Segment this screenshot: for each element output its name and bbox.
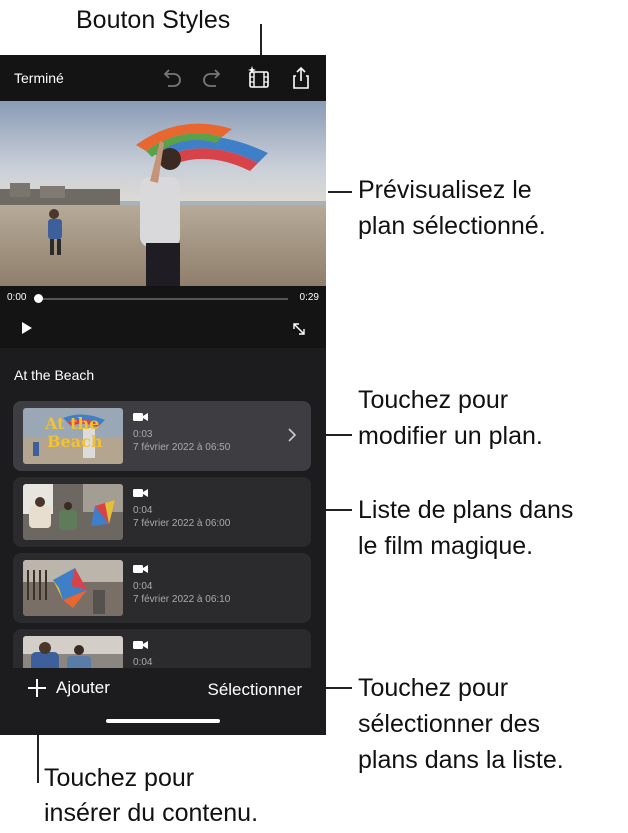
time-end: 0:29: [299, 292, 319, 303]
clip-duration: 0:04: [133, 657, 153, 668]
add-button-label: Ajouter: [56, 678, 110, 697]
clip-item[interactable]: At the Beach 0:03 7 février 2022 à 06:50: [13, 401, 311, 471]
styles-icon[interactable]: [246, 65, 272, 91]
play-icon[interactable]: [20, 321, 34, 335]
clip-duration: 0:04: [133, 581, 153, 592]
video-preview[interactable]: [0, 101, 326, 286]
list-callout-line1: Liste de plans dans: [358, 496, 574, 524]
clip-duration: 0:03: [133, 429, 153, 440]
clip-duration: 0:04: [133, 505, 153, 516]
edit-callout-line2: modifier un plan.: [358, 422, 543, 450]
clip-thumbnail: [23, 484, 123, 540]
imovie-screen: Terminé 0:00 0:29 At the Beach At the Be…: [0, 55, 326, 735]
styles-button-callout: Bouton Styles: [76, 6, 231, 34]
video-camera-icon: [133, 489, 148, 497]
clip-item[interactable]: 0:04 7 février 2022 à 06:00: [13, 477, 311, 547]
title-card-text-1: At the: [45, 414, 100, 433]
clip-item[interactable]: 0:04 7 février 2022 à 06:10: [13, 553, 311, 623]
insert-callout-line2: insérer du contenu.: [44, 799, 259, 827]
bottom-toolbar: Ajouter Sélectionner: [0, 668, 326, 735]
scrubber-handle[interactable]: [34, 294, 43, 303]
done-button[interactable]: Terminé: [14, 70, 64, 86]
video-camera-icon: [133, 565, 148, 573]
playback-controls: 0:00 0:29: [0, 286, 326, 348]
clip-thumbnail: [23, 560, 123, 616]
clip-date: 7 février 2022 à 06:00: [133, 518, 231, 529]
edit-callout-line1: Touchez pour: [358, 386, 509, 414]
fullscreen-icon[interactable]: [291, 321, 307, 337]
preview-callout-line2: plan sélectionné.: [358, 212, 546, 240]
insert-callout-line1: Touchez pour: [44, 764, 195, 792]
video-camera-icon: [133, 641, 148, 649]
select-callout-line1: Touchez pour: [358, 674, 509, 702]
home-indicator[interactable]: [106, 719, 220, 723]
list-callout-line2: le film magique.: [358, 532, 534, 560]
chevron-right-icon[interactable]: [287, 426, 297, 444]
title-card-text-2: Beach: [47, 432, 103, 451]
time-start: 0:00: [7, 292, 27, 303]
preview-callout-line: [328, 191, 352, 193]
movie-title: At the Beach: [14, 367, 95, 383]
select-button[interactable]: Sélectionner: [207, 680, 302, 700]
scrubber-track[interactable]: [38, 298, 288, 300]
share-icon[interactable]: [288, 65, 314, 91]
clip-date: 7 février 2022 à 06:10: [133, 594, 231, 605]
select-callout-line2: sélectionner des: [358, 710, 541, 738]
beach-kite-scene: [0, 101, 326, 286]
add-button[interactable]: Ajouter: [26, 676, 110, 700]
redo-icon[interactable]: [200, 65, 226, 91]
video-camera-icon: [133, 413, 148, 421]
select-callout-line3: plans dans la liste.: [358, 746, 564, 774]
clip-thumbnail: At the Beach: [23, 408, 123, 464]
clip-date: 7 février 2022 à 06:50: [133, 442, 231, 453]
top-toolbar: Terminé: [0, 55, 326, 101]
preview-callout-line1: Prévisualisez le: [358, 176, 532, 204]
undo-icon[interactable]: [158, 65, 184, 91]
plus-icon: [28, 679, 46, 697]
